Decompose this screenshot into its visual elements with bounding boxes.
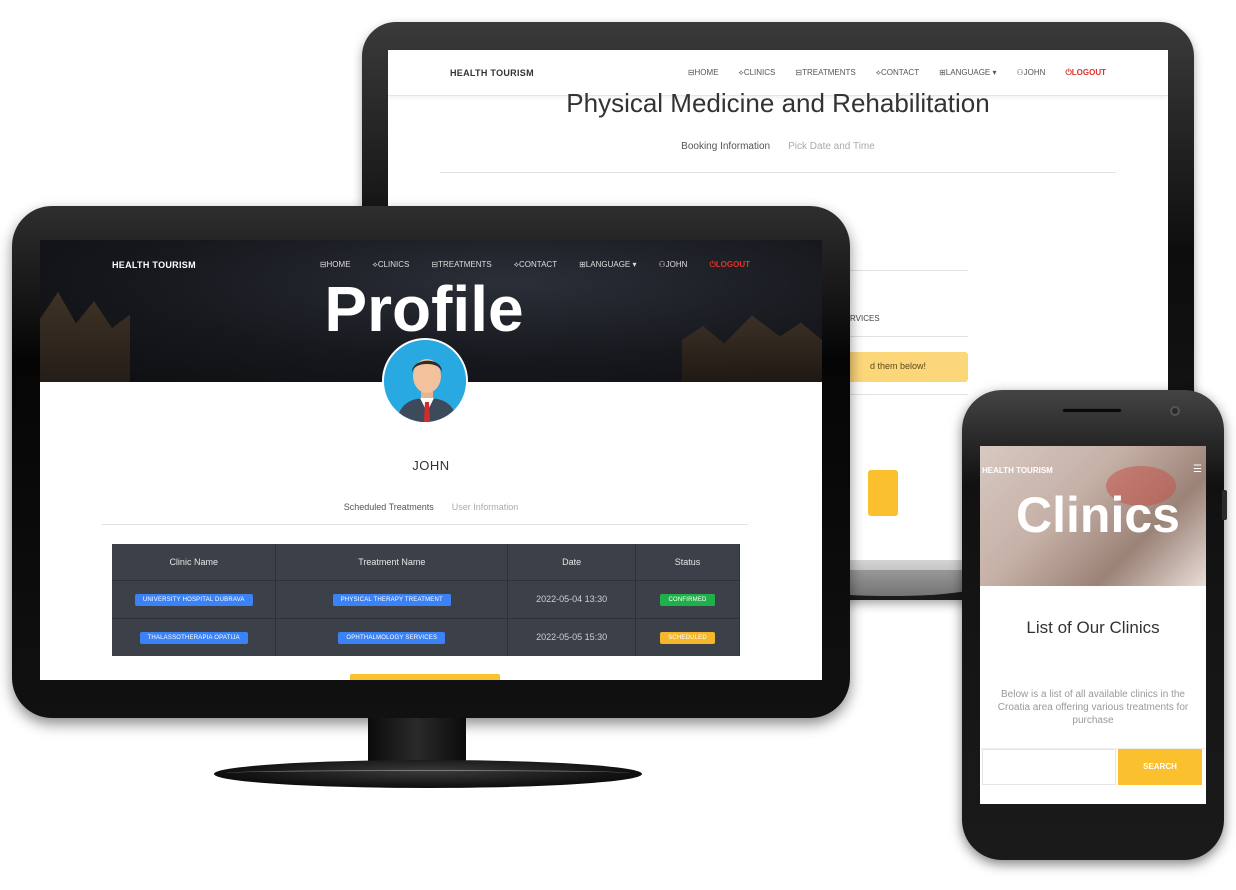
tab-pick-date-time[interactable]: Pick Date and Time xyxy=(788,141,875,152)
hero-banner: HEALTH TOURISM ☰ Clinics xyxy=(980,446,1206,586)
brand-logo[interactable]: HEALTH TOURISM xyxy=(982,466,1053,475)
date-cell: 2022-05-05 15:30 xyxy=(507,617,637,656)
treatment-badge[interactable]: PHYSICAL THERAPY TREATMENT xyxy=(332,593,451,606)
nav-logout[interactable]: ⏻LOGOUT xyxy=(1065,68,1106,78)
user-avatar-icon xyxy=(384,340,466,422)
status-cell: CONFIRMED xyxy=(635,579,740,618)
brand-logo[interactable]: HEALTH TOURISM xyxy=(112,260,196,270)
submit-button[interactable] xyxy=(868,470,898,516)
clinic-badge[interactable]: THALASSOTHERAPIA OPATIJA xyxy=(139,631,248,644)
page-title: Physical Medicine and Rehabilitation xyxy=(566,88,990,118)
section-title: List of Our Clinics xyxy=(1026,618,1160,637)
clinic-cell: UNIVERSITY HOSPITAL DUBRAVA xyxy=(112,579,277,618)
nav-contact[interactable]: ⟡CONTACT xyxy=(876,68,919,78)
services-label: RVICES xyxy=(850,314,880,323)
clinics-page-screen: HEALTH TOURISM ☰ Clinics List of Our Cli… xyxy=(980,446,1206,804)
nav-links: ⊟HOME ⟡CLINICS ⊟TREATMENTS ⟡CONTACT ⊞LAN… xyxy=(320,260,750,270)
user-name: JOHN xyxy=(412,458,450,473)
smartphone: HEALTH TOURISM ☰ Clinics List of Our Cli… xyxy=(962,390,1227,860)
status-badge: CONFIRMED xyxy=(660,593,715,606)
tab-user-information[interactable]: User Information xyxy=(452,502,519,512)
profile-page-screen: HEALTH TOURISM ⊟HOME ⟡CLINICS ⊟TREATMENT… xyxy=(40,240,822,680)
nav-home[interactable]: ⊟HOME xyxy=(688,68,719,78)
alert-banner: d them below! xyxy=(838,352,968,382)
date-cell: 2022-05-04 13:30 xyxy=(507,579,637,618)
nav-home[interactable]: ⊟HOME xyxy=(320,260,351,270)
column-header-date: Date xyxy=(507,544,637,580)
brand-logo[interactable]: HEALTH TOURISM xyxy=(450,68,534,78)
tab-scheduled-treatments[interactable]: Scheduled Treatments xyxy=(344,502,434,512)
nav-user[interactable]: ⚇JOHN xyxy=(659,260,688,270)
side-button xyxy=(1222,490,1227,520)
nav-logout[interactable]: ⏻LOGOUT xyxy=(709,260,750,270)
device-mockup-stage: HEALTH TOURISM ⊟HOME ⟡CLINICS ⊟TREATMENT… xyxy=(0,0,1236,890)
column-header-clinic: Clinic Name xyxy=(112,544,277,580)
page-title: Clinics xyxy=(1016,487,1180,543)
action-button[interactable] xyxy=(350,674,500,680)
page-title: Profile xyxy=(40,272,822,346)
front-monitor-base-highlight xyxy=(226,770,630,776)
column-header-status: Status xyxy=(635,544,740,580)
nav-links: ⊟HOME ⟡CLINICS ⊟TREATMENTS ⟡CONTACT ⊞LAN… xyxy=(688,68,1106,78)
table-header-row: Clinic Name Treatment Name Date Status xyxy=(112,544,740,580)
nav-contact[interactable]: ⟡CONTACT xyxy=(514,260,557,270)
divider xyxy=(440,172,1116,173)
tab-booking-information[interactable]: Booking Information xyxy=(681,141,770,152)
nav-clinics[interactable]: ⟡CLINICS xyxy=(739,68,776,78)
nav-language[interactable]: ⊞LANGUAGE ▾ xyxy=(939,68,996,78)
camera-icon xyxy=(1170,406,1180,416)
column-header-treatment: Treatment Name xyxy=(275,544,509,580)
clinic-badge[interactable]: UNIVERSITY HOSPITAL DUBRAVA xyxy=(134,593,253,606)
treatment-cell: PHYSICAL THERAPY TREATMENT xyxy=(275,579,509,618)
treatments-table: Clinic Name Treatment Name Date Status U… xyxy=(112,544,740,656)
search-button[interactable]: SEARCH xyxy=(1118,749,1202,785)
nav-user[interactable]: ⚇JOHN xyxy=(1017,68,1046,78)
table-row: UNIVERSITY HOSPITAL DUBRAVA PHYSICAL THE… xyxy=(112,579,740,618)
search-bar: SEARCH xyxy=(980,748,1206,785)
status-cell: SCHEDULED xyxy=(635,617,740,656)
front-monitor: HEALTH TOURISM ⊟HOME ⟡CLINICS ⊟TREATMENT… xyxy=(12,206,850,718)
nav-clinics[interactable]: ⟡CLINICS xyxy=(373,260,410,270)
hamburger-menu-icon[interactable]: ☰ xyxy=(1193,464,1202,475)
treatment-badge[interactable]: OPHTHALMOLOGY SERVICES xyxy=(338,631,446,644)
page-title-text: Profile xyxy=(324,273,524,345)
table-row: THALASSOTHERAPIA OPATIJA OPHTHALMOLOGY S… xyxy=(112,617,740,656)
nav-treatments[interactable]: ⊟TREATMENTS xyxy=(431,260,491,270)
status-badge: SCHEDULED xyxy=(660,631,715,644)
nav-treatments[interactable]: ⊟TREATMENTS xyxy=(795,68,855,78)
booking-tabs: Booking Information Pick Date and Time xyxy=(388,141,1168,152)
search-input[interactable] xyxy=(982,749,1116,785)
profile-tabs: Scheduled Treatments User Information xyxy=(40,502,822,512)
avatar xyxy=(382,338,468,424)
section-description: Below is a list of all available clinics… xyxy=(997,689,1189,726)
treatment-cell: OPHTHALMOLOGY SERVICES xyxy=(275,617,509,656)
nav-language[interactable]: ⊞LANGUAGE ▾ xyxy=(579,260,636,270)
clinic-cell: THALASSOTHERAPIA OPATIJA xyxy=(112,617,277,656)
speaker-grille xyxy=(1062,408,1122,413)
divider xyxy=(102,524,748,525)
navbar: HEALTH TOURISM ⊟HOME ⟡CLINICS ⊟TREATMENT… xyxy=(40,260,822,270)
